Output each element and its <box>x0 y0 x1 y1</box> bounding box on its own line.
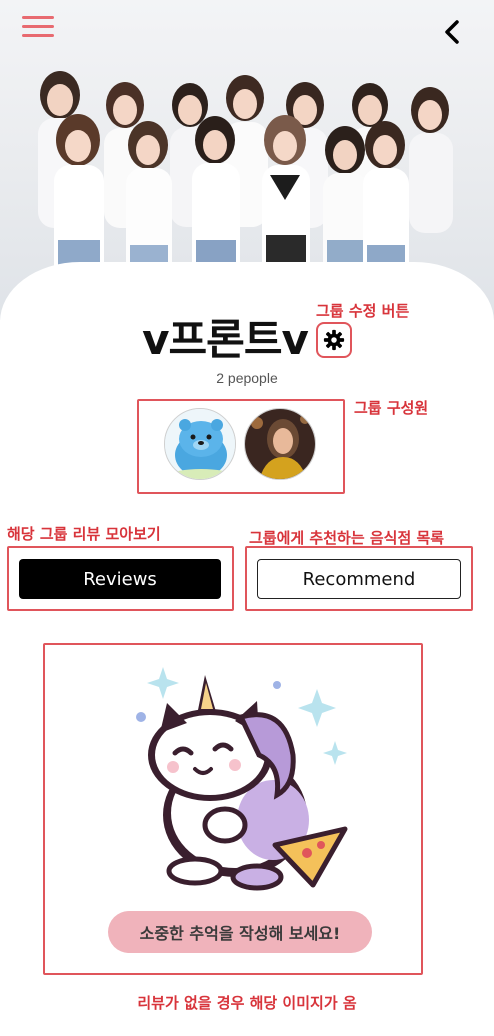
group-name: v프론트v <box>142 315 309 364</box>
annotation-recommend: 그룹에게 추천하는 음식점 목록 <box>249 529 445 547</box>
recommend-button[interactable]: Recommend <box>257 559 461 599</box>
annotation-members: 그룹 구성원 <box>354 399 429 417</box>
reviews-button[interactable]: Reviews <box>19 559 221 599</box>
gear-icon <box>323 329 344 350</box>
group-title-row: v프론트v <box>0 306 494 367</box>
avatar[interactable] <box>164 408 236 480</box>
chevron-left-icon[interactable] <box>440 18 464 46</box>
unicorn-cat-eating-pizza-icon <box>136 667 348 891</box>
empty-state-message: 소중한 추억을 작성해 보세요! <box>108 911 372 953</box>
member-count: 2 pepople <box>216 370 278 386</box>
edit-group-button[interactable] <box>315 321 352 358</box>
person-photo-icon <box>245 409 315 479</box>
hamburger-menu-icon[interactable] <box>22 16 54 42</box>
annotation-reviews: 해당 그룹 리뷰 모아보기 <box>7 525 161 543</box>
blue-bear-character-icon <box>165 409 235 479</box>
annotation-empty-state: 리뷰가 없을 경우 해당 이미지가 옴 <box>137 994 357 1012</box>
annotation-edit-group: 그룹 수정 버튼 <box>316 302 410 320</box>
avatar[interactable] <box>244 408 316 480</box>
